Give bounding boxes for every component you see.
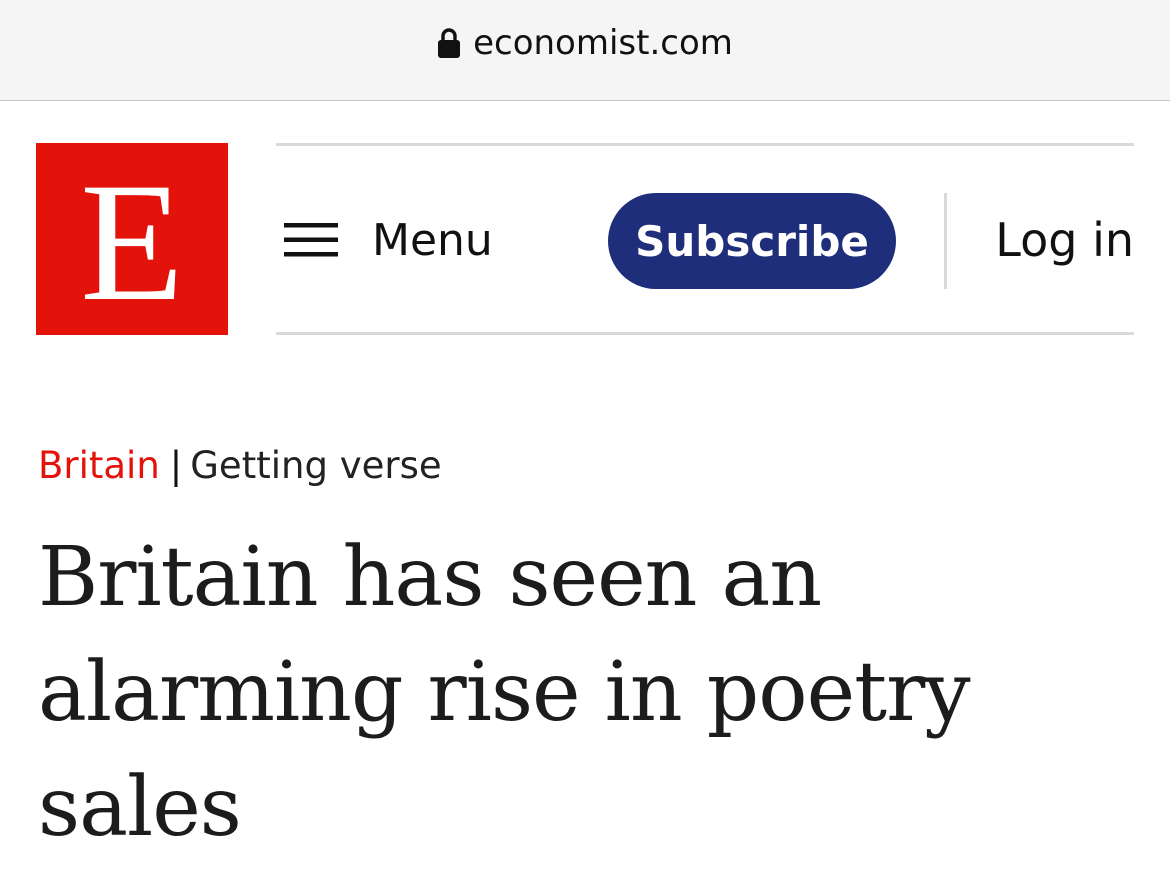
nav-divider <box>944 193 947 289</box>
login-link[interactable]: Log in <box>995 204 1134 276</box>
url-domain: economist.com <box>473 23 733 63</box>
article-rubric: Britain | Getting verse <box>38 440 442 490</box>
address-bar[interactable]: economist.com <box>0 0 1170 101</box>
hamburger-icon <box>284 221 338 259</box>
menu-label: Menu <box>372 214 493 266</box>
article-headline: Britain has seen an alarming rise in poe… <box>38 530 971 855</box>
header-nav: Menu Subscribe Log in <box>276 143 1134 335</box>
menu-button[interactable]: Menu <box>284 204 493 276</box>
fly-title: Getting verse <box>190 443 442 487</box>
address-bar-content: economist.com <box>437 0 733 100</box>
lock-icon <box>437 27 461 59</box>
rubric-separator: | <box>169 443 183 487</box>
economist-logo[interactable]: E <box>36 143 228 335</box>
section-link[interactable]: Britain <box>38 444 160 487</box>
subscribe-button[interactable]: Subscribe <box>608 193 896 289</box>
logo-letter: E <box>80 148 184 336</box>
